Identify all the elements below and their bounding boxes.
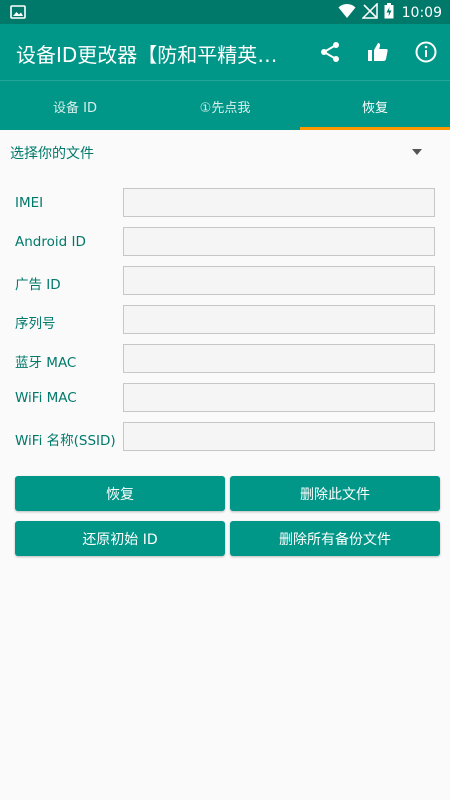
status-time: 10:09 [401, 5, 442, 21]
wifi-mac-input[interactable] [123, 383, 435, 412]
tab-bar: 设备 ID ①先点我 恢复 [0, 80, 450, 130]
tab-click-me-first[interactable]: ①先点我 [150, 81, 300, 131]
advertising-id-label: 广告 ID [15, 277, 61, 293]
android-id-input[interactable] [123, 227, 435, 256]
app-title: 设备ID更改器【防和平精英隔离 [16, 43, 296, 67]
android-id-label: Android ID [15, 234, 86, 250]
serial-number-input[interactable] [123, 305, 435, 334]
delete-file-button[interactable]: 删除此文件 [230, 476, 440, 511]
restore-button[interactable]: 恢复 [15, 476, 225, 511]
tab-device-id[interactable]: 设备 ID [0, 81, 150, 131]
dropdown-arrow-icon [412, 149, 422, 155]
file-select-label: 选择你的文件 [10, 146, 94, 162]
share-icon[interactable] [316, 38, 344, 66]
battery-charging-icon [384, 3, 394, 23]
imei-input[interactable] [123, 188, 435, 217]
wifi-icon [338, 3, 356, 23]
serial-number-label: 序列号 [15, 316, 56, 332]
wifi-ssid-input[interactable] [123, 422, 435, 451]
wifi-mac-label: WiFi MAC [15, 390, 77, 406]
no-signal-icon [360, 2, 378, 23]
advertising-id-input[interactable] [123, 266, 435, 295]
active-tab-indicator [300, 127, 450, 130]
info-icon[interactable] [412, 38, 440, 66]
bluetooth-mac-label: 蓝牙 MAC [15, 355, 77, 371]
restore-original-id-button[interactable]: 还原初始 ID [15, 521, 225, 556]
status-bar: 10:09 [0, 0, 450, 24]
wifi-ssid-label: WiFi 名称(SSID) [15, 433, 116, 449]
file-select-dropdown[interactable]: 选择你的文件 [0, 132, 450, 172]
image-notification-icon [10, 4, 26, 24]
bluetooth-mac-input[interactable] [123, 344, 435, 373]
tab-restore[interactable]: 恢复 [300, 81, 450, 131]
thumbs-up-icon[interactable] [364, 38, 392, 66]
app-bar: 设备ID更改器【防和平精英隔离 [0, 24, 450, 80]
imei-label: IMEI [15, 195, 44, 211]
delete-all-backups-button[interactable]: 删除所有备份文件 [230, 521, 440, 556]
